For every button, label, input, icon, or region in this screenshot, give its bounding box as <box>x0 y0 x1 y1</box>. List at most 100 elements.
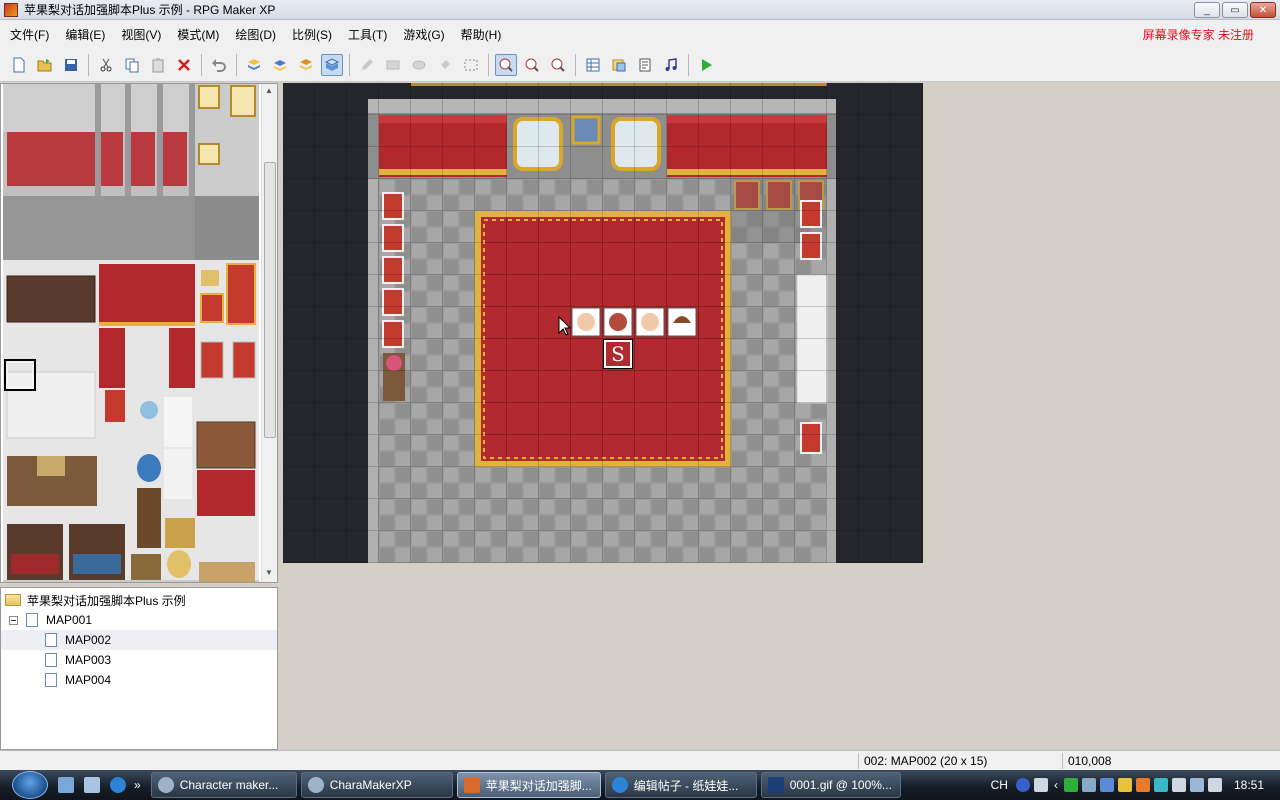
quicklaunch-more-icon[interactable]: » <box>134 778 141 792</box>
sync-icon[interactable] <box>1153 778 1168 792</box>
tree-root[interactable]: 苹果梨对话加强脚本Plus 示例 <box>5 590 275 610</box>
status-bar: 002: MAP002 (20 x 15) 010,008 <box>0 750 1280 770</box>
window-title: 苹果梨对话加强脚本Plus 示例 - RPG Maker XP <box>24 3 276 17</box>
tileset-image[interactable] <box>3 84 259 582</box>
event-layer-button[interactable] <box>321 53 343 76</box>
input-language[interactable]: CH <box>991 778 1008 792</box>
folder-icon <box>5 594 21 606</box>
menu-bar: 文件(F) 编辑(E) 视图(V) 模式(M) 绘图(D) 比例(S) 工具(T… <box>0 20 1280 48</box>
menu-tools[interactable]: 工具(T) <box>340 26 395 43</box>
security-icon[interactable] <box>1099 778 1114 792</box>
update-icon[interactable] <box>1135 778 1150 792</box>
layer1-button[interactable] <box>243 54 265 76</box>
scroll-down-icon[interactable]: ▼ <box>265 568 273 577</box>
task-photoshop[interactable]: 0001.gif @ 100%... <box>760 772 901 798</box>
toolbar-separator <box>88 53 89 76</box>
materialbase-button[interactable] <box>608 54 630 76</box>
switch-windows-icon[interactable] <box>84 777 100 793</box>
tileset-scrollbar[interactable]: ▲ ▼ <box>261 84 277 582</box>
task-label: Character maker... <box>179 778 279 792</box>
rectangle-tool[interactable] <box>382 54 404 76</box>
task-character-maker[interactable]: Character maker... <box>150 772 297 798</box>
menu-view[interactable]: 视图(V) <box>113 26 169 43</box>
tree-item-map003[interactable]: MAP003 <box>45 650 275 670</box>
clock[interactable]: 18:51 <box>1234 778 1264 792</box>
close-button[interactable]: ✕ <box>1250 2 1276 18</box>
tray-expand-icon[interactable]: ‹ <box>1054 778 1058 792</box>
network-status-icon[interactable] <box>1189 778 1204 792</box>
zoom-1-2-button[interactable] <box>521 54 543 76</box>
menu-edit[interactable]: 编辑(E) <box>57 26 113 43</box>
database-button[interactable] <box>582 54 604 76</box>
display-icon[interactable] <box>1081 778 1096 792</box>
sound-test-button[interactable] <box>660 54 682 76</box>
map-canvas[interactable] <box>283 83 923 563</box>
toolbar-separator <box>688 53 689 76</box>
map-icon <box>45 673 57 687</box>
device-icon[interactable] <box>1171 778 1186 792</box>
map-editor[interactable]: S <box>281 83 1280 750</box>
menu-help[interactable]: 帮助(H) <box>453 26 510 43</box>
menu-scale[interactable]: 比例(S) <box>284 26 340 43</box>
menu-draw[interactable]: 绘图(D) <box>227 26 284 43</box>
tree-item-map001[interactable]: MAP001 <box>9 610 275 630</box>
copy-button[interactable] <box>121 54 143 76</box>
player-start-marker[interactable]: S <box>603 339 633 369</box>
task-edit-post[interactable]: 编辑帖子 - 纸娃娃... <box>604 772 757 798</box>
tree-item-label: MAP002 <box>65 633 112 647</box>
menu-file[interactable]: 文件(F) <box>0 26 57 43</box>
volume-icon[interactable] <box>1207 778 1222 792</box>
scrollbar-thumb[interactable] <box>264 162 276 438</box>
paste-button[interactable] <box>147 54 169 76</box>
open-project-button[interactable] <box>34 54 56 76</box>
zoom-1-4-button[interactable] <box>547 54 569 76</box>
cursor-coords: 010,008 <box>1068 754 1112 768</box>
tree-item-map004[interactable]: MAP004 <box>45 670 275 690</box>
select-tool[interactable] <box>460 54 482 76</box>
maximize-button[interactable]: ▭ <box>1222 2 1248 18</box>
layer3-button[interactable] <box>295 54 317 76</box>
fill-tool[interactable] <box>434 54 456 76</box>
toolbar <box>0 48 1280 82</box>
layer-1-icon <box>248 58 260 70</box>
delete-button[interactable] <box>173 54 195 76</box>
task-label: CharaMakerXP <box>329 778 412 792</box>
new-project-button[interactable] <box>8 54 30 76</box>
scroll-up-icon[interactable]: ▲ <box>265 86 273 95</box>
minimize-button[interactable]: _ <box>1194 2 1220 18</box>
cut-button[interactable] <box>95 54 117 76</box>
selection-icon <box>464 59 478 70</box>
paste-icon <box>152 57 164 72</box>
collapse-icon[interactable] <box>9 615 18 625</box>
menu-mode[interactable]: 模式(M) <box>169 26 227 43</box>
recorder-watermark: 屏幕录像专家 未注册 <box>1142 28 1254 42</box>
layer-2-icon <box>274 59 286 71</box>
show-desktop-icon[interactable] <box>58 777 74 793</box>
tree-item-map002[interactable]: MAP002 <box>1 630 277 650</box>
shield-icon[interactable] <box>1117 778 1132 792</box>
start-button[interactable] <box>12 771 48 799</box>
layer2-button[interactable] <box>269 54 291 76</box>
toolbar-separator <box>201 53 202 76</box>
zoom-1-1-button[interactable] <box>495 53 517 76</box>
app-icon <box>4 2 18 17</box>
network-icon[interactable] <box>1063 778 1078 792</box>
pencil-tool[interactable] <box>356 54 378 76</box>
playtest-button[interactable] <box>695 54 717 76</box>
menu-game[interactable]: 游戏(G) <box>395 26 452 43</box>
ellipse-tool[interactable] <box>408 54 430 76</box>
undo-button[interactable] <box>208 54 230 76</box>
task-rpg-maker[interactable]: 苹果梨对话加强脚... <box>456 772 601 798</box>
task-charamakerxp[interactable]: CharaMakerXP <box>300 772 453 798</box>
help-icon[interactable] <box>1015 778 1030 792</box>
map-icon <box>45 653 57 667</box>
title-bar: 苹果梨对话加强脚本Plus 示例 - RPG Maker XP _ ▭ ✕ <box>0 0 1280 20</box>
system-tray: CH ‹ 18:51 <box>991 770 1280 800</box>
tileset-palette[interactable]: ▲ ▼ <box>0 83 278 583</box>
ie-icon[interactable] <box>110 777 126 793</box>
ime-icon[interactable] <box>1033 778 1048 792</box>
ellipse-icon <box>412 60 426 69</box>
pencil-icon <box>362 58 373 70</box>
save-button[interactable] <box>60 54 82 76</box>
script-editor-button[interactable] <box>634 54 656 76</box>
